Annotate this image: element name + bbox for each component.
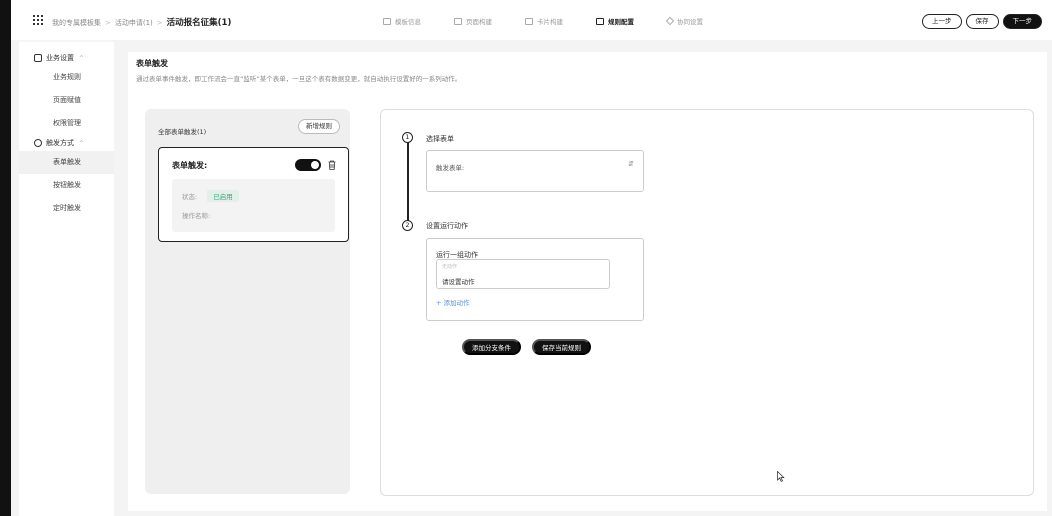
status-label: 状态: bbox=[182, 193, 198, 201]
step-number-2: 2 bbox=[402, 220, 413, 231]
status-badge: 已启用 bbox=[207, 190, 239, 202]
step-card-build[interactable]: 卡片构建 bbox=[525, 16, 563, 26]
rule-enabled-toggle[interactable] bbox=[295, 159, 321, 171]
breadcrumb-separator-icon: > bbox=[156, 19, 163, 27]
chevron-up-icon: ^ bbox=[79, 54, 85, 62]
breadcrumb-item[interactable]: 活动申请(1) bbox=[115, 19, 153, 27]
next-step-button[interactable]: 下一步 bbox=[1002, 14, 1042, 29]
action-placeholder: 请设置动作 bbox=[442, 278, 475, 286]
template-icon bbox=[383, 17, 391, 25]
step-template-info[interactable]: 模板信息 bbox=[383, 16, 421, 26]
rule-details: 状态: 已启用 操作名称: bbox=[172, 179, 335, 232]
save-button[interactable]: 保存 bbox=[965, 14, 999, 29]
select-arrow-icon: ⇵ bbox=[628, 160, 634, 168]
sidebar: 业务设置 ^ 业务规则 页面赋值 权限管理 触发方式 ^ 表单触发 按钮触发 定… bbox=[19, 42, 114, 516]
chevron-up-icon: ^ bbox=[79, 139, 85, 147]
rule-card[interactable]: 表单触发: 状态: 已启用 操作名称: bbox=[158, 147, 349, 242]
main-content: 表单触发 通过表单事件触发，即工作流会一直“监听”某个表单，一旦这个表有数据变更… bbox=[128, 52, 1047, 511]
prev-step-button[interactable]: 上一步 bbox=[922, 14, 962, 29]
trash-icon[interactable] bbox=[328, 160, 336, 170]
rule-list-panel: 全部表单触发(1) 新增规则 表单触发: 状态: 已启用 操作名称: bbox=[145, 109, 350, 494]
breadcrumb-item[interactable]: 我的专属模板集 bbox=[52, 19, 101, 27]
step-page-build[interactable]: 页面构建 bbox=[454, 16, 492, 26]
step-number-1: 1 bbox=[402, 132, 413, 143]
operation-name-label: 操作名称: bbox=[182, 212, 211, 220]
card-icon bbox=[525, 17, 533, 25]
step-connector-line bbox=[407, 139, 409, 227]
page-description: 通过表单事件触发，即工作流会一直“监听”某个表单，一旦这个表有数据变更，就自动执… bbox=[136, 75, 462, 83]
save-rule-button[interactable]: 保存当前规则 bbox=[532, 339, 591, 355]
sidebar-item-page-assign[interactable]: 页面赋值 bbox=[19, 89, 114, 112]
rule-title: 表单触发: bbox=[172, 161, 208, 170]
page-icon bbox=[454, 17, 462, 25]
action-group-box: 运行一组动作 无动作 请设置动作 + 添加动作 bbox=[426, 238, 644, 321]
sidebar-item-permissions[interactable]: 权限管理 bbox=[19, 112, 114, 135]
sidebar-item-form-trigger[interactable]: 表单触发 bbox=[19, 151, 114, 174]
trigger-form-select[interactable]: 触发表单: ⇵ bbox=[426, 150, 644, 192]
rule-list-heading: 全部表单触发(1) bbox=[158, 128, 207, 136]
sidebar-item-timer-trigger[interactable]: 定时触发 bbox=[19, 197, 114, 220]
sidebar-group-business[interactable]: 业务设置 ^ bbox=[19, 50, 114, 66]
step-collab-settings[interactable]: 协同设置 bbox=[665, 16, 703, 26]
top-actions: 上一步 保存 下一步 bbox=[918, 14, 1042, 29]
apps-grid-icon[interactable] bbox=[33, 15, 43, 25]
set-actions-label: 设置运行动作 bbox=[426, 222, 468, 230]
sidebar-item-business-rules[interactable]: 业务规则 bbox=[19, 66, 114, 89]
rule-editor-panel: 1 选择表单 触发表单: ⇵ 2 设置运行动作 运行一组动作 无动作 请设置动作… bbox=[380, 109, 1034, 496]
trigger-form-label: 触发表单: bbox=[436, 164, 465, 172]
breadcrumb-current: 活动报名征集(1) bbox=[166, 18, 232, 28]
collab-icon bbox=[665, 16, 675, 26]
trigger-layers-icon bbox=[34, 139, 42, 147]
top-bar: 我的专属模板集 > 活动申请(1) > 活动报名征集(1) 模板信息 页面构建 卡片构建… bbox=[11, 10, 1052, 38]
action-hint: 无动作 bbox=[442, 264, 458, 270]
select-form-label: 选择表单 bbox=[426, 135, 454, 143]
rule-icon bbox=[596, 17, 604, 25]
action-item[interactable]: 无动作 请设置动作 bbox=[436, 259, 610, 289]
add-action-link[interactable]: + 添加动作 bbox=[436, 297, 470, 307]
sidebar-group-trigger[interactable]: 触发方式 ^ bbox=[19, 135, 114, 151]
sidebar-item-button-trigger[interactable]: 按钮触发 bbox=[19, 174, 114, 197]
business-settings-icon bbox=[34, 54, 42, 62]
left-dark-bar bbox=[0, 0, 11, 516]
step-rule-config[interactable]: 规则配置 bbox=[596, 16, 634, 26]
breadcrumb: 我的专属模板集 > 活动申请(1) > 活动报名征集(1) bbox=[52, 16, 231, 28]
add-rule-button[interactable]: 新增规则 bbox=[298, 119, 340, 134]
breadcrumb-separator-icon: > bbox=[105, 19, 111, 27]
page-title: 表单触发 bbox=[136, 59, 168, 68]
add-branch-button[interactable]: 添加分支条件 bbox=[462, 339, 521, 355]
mouse-cursor-icon bbox=[777, 471, 785, 482]
step-nav: 模板信息 页面构建 卡片构建 规则配置 协同设置 bbox=[383, 16, 736, 26]
